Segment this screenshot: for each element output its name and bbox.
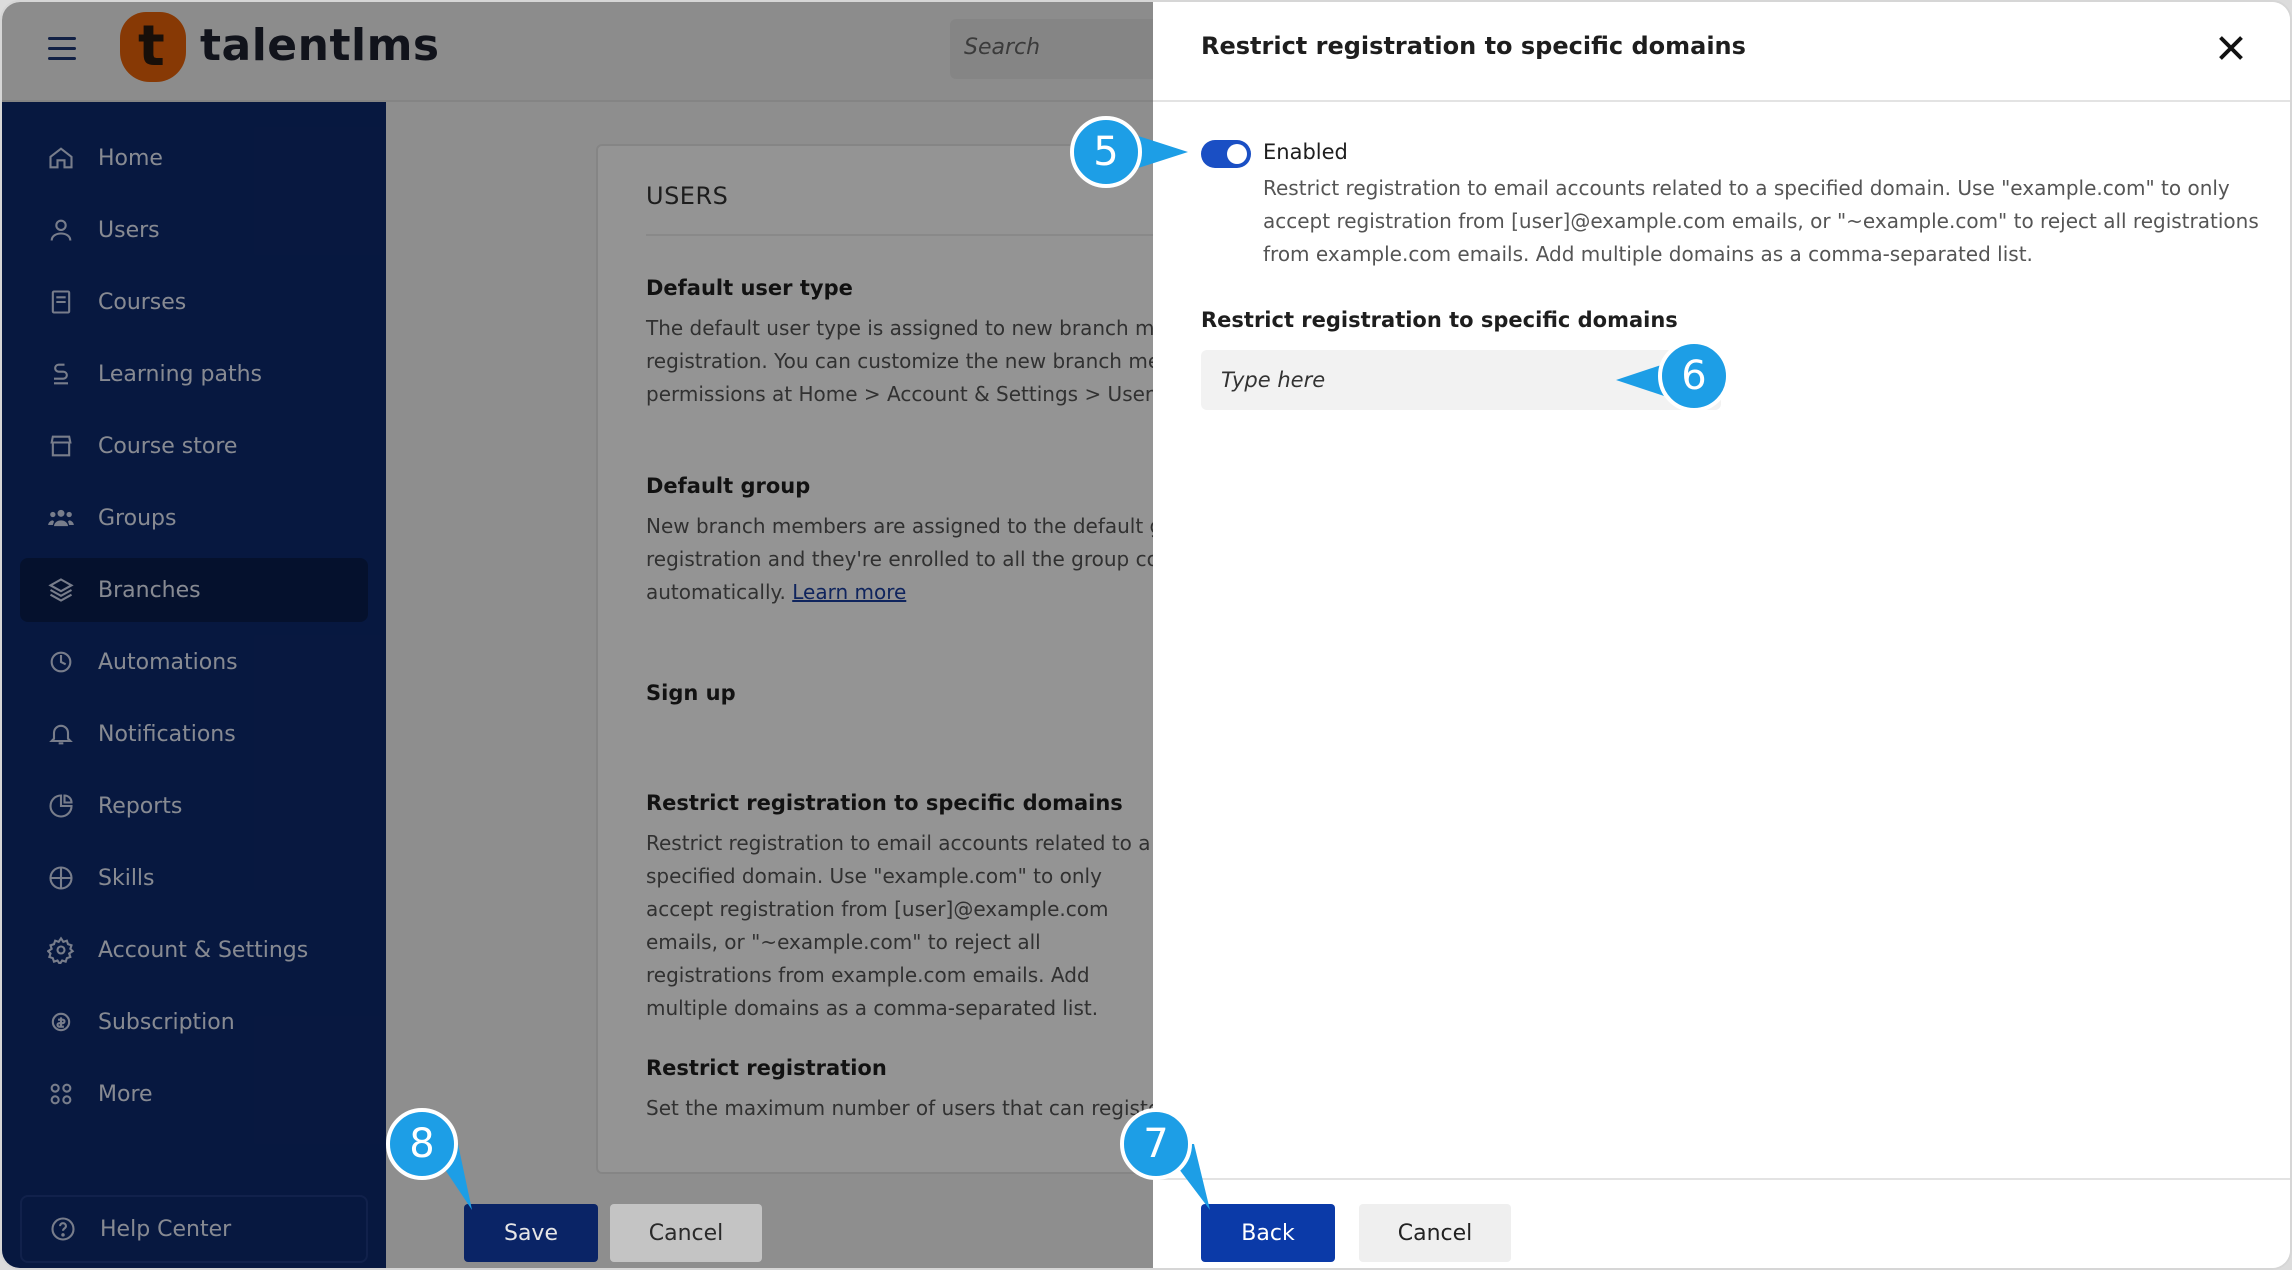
callout-5-badge: 5: [1070, 116, 1142, 188]
drawer-cancel-button[interactable]: Cancel: [1359, 1204, 1511, 1262]
callout-7-badge: 7: [1120, 1108, 1192, 1180]
modal-backdrop[interactable]: [2, 2, 1153, 1268]
close-icon[interactable]: [2213, 30, 2249, 66]
drawer-title: Restrict registration to specific domain…: [1201, 32, 1746, 60]
domains-field-label: Restrict registration to specific domain…: [1201, 308, 1678, 332]
cancel-button[interactable]: Cancel: [610, 1204, 762, 1262]
enabled-toggle[interactable]: [1201, 140, 1251, 168]
callout-8-badge: 8: [386, 1108, 458, 1180]
app-window: talentlms Search Home Users Courses Lear…: [0, 0, 2292, 1270]
callout-6-badge: 6: [1658, 340, 1730, 412]
back-button[interactable]: Back: [1201, 1204, 1335, 1262]
drawer-footer-divider: [1153, 1178, 2290, 1180]
drawer-description: Restrict registration to email accounts …: [1263, 176, 2259, 266]
save-button[interactable]: Save: [464, 1204, 598, 1262]
drawer-header: Restrict registration to specific domain…: [1153, 2, 2290, 102]
enabled-toggle-label: Enabled: [1263, 140, 1348, 164]
settings-drawer: Restrict registration to specific domain…: [1153, 2, 2290, 1268]
